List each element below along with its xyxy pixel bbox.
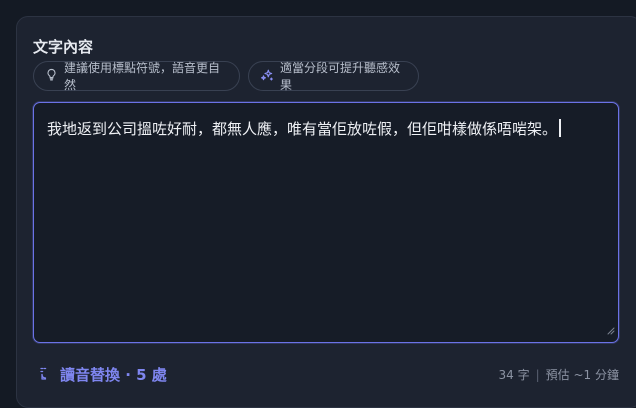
text-stats: 34 字 | 預估 ~1 分鐘 [499,366,619,383]
lightbulb-icon [45,68,58,84]
sparkles-icon [260,68,274,85]
tip-chip-paragraphs[interactable]: 適當分段可提升聽感效果 [248,61,419,92]
pronunciation-replace-label: 讀音替換 · 5 處 [60,366,167,384]
tip-chip-label: 適當分段可提升聽感效果 [280,61,401,92]
text-caret [559,119,561,137]
text-content-value[interactable]: 我地返到公司搵咗好耐，都無人應，唯有當佢放咗假，但佢咁樣做係唔啱架。 [47,119,605,139]
time-estimate: 預估 ~1 分鐘 [545,368,619,382]
tip-chip-label: 建議使用標點符號，語音更自然 [64,61,221,92]
char-count: 34 字 [498,368,530,382]
pronunciation-replace-button[interactable]: 讀音替換 · 5 處 [38,364,167,385]
text-content-input[interactable]: 我地返到公司搵咗好耐，都無人應，唯有當佢放咗假，但佢咁樣做係唔啱架。 [33,102,619,343]
resize-handle-icon[interactable] [606,320,615,339]
section-title: 文字內容 [33,38,94,56]
stats-divider: | [535,367,540,382]
tip-chip-punctuation[interactable]: 建議使用標點符號，語音更自然 [33,61,240,92]
replace-icon [38,365,52,385]
